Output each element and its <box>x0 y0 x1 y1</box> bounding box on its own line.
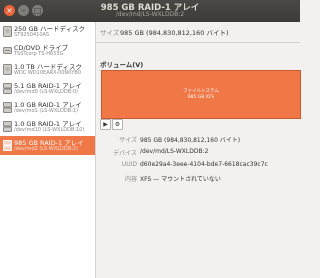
device-sub: /dev/md2 (LS-WXLDDB:2) <box>14 146 79 152</box>
volume-partition[interactable]: ファイルシステム 985 GB XFS <box>101 70 301 119</box>
property-row: UUID d60e29a4-3eee-4104-bde7-6618cac39c7… <box>96 161 300 171</box>
device-sub: TSSTcorp TS-H653G <box>14 51 64 57</box>
play-icon: ▶ <box>103 120 108 128</box>
optical-drive-icon <box>3 47 12 54</box>
volume-label: ファイルシステム <box>183 89 219 94</box>
device-sub: /dev/md0 (LS-WXLDDB:0) <box>14 89 79 95</box>
property-label: 内容 <box>124 176 137 183</box>
device-details: サイズ 985 GB (984,830,812,160 バイト) ボリューム(V… <box>96 22 301 278</box>
raid-icon <box>3 83 12 94</box>
gear-icon: ⚙ <box>114 120 121 128</box>
size-label: サイズ <box>100 29 120 37</box>
window-subtitle: /dev/md/LS-WXLDDB:2 <box>115 11 185 18</box>
device-item[interactable]: 250 GB ハードディスク ST9250410AS <box>0 22 95 41</box>
property-row: 内容 XFS — マウントされていない <box>96 174 300 184</box>
volumes-heading: ボリューム(V) <box>100 61 144 69</box>
device-item[interactable]: 1.0 GB RAID-1 アレイ /dev/md10 (LS-WXLDDB:1… <box>0 117 95 136</box>
hard-disk-icon <box>3 64 12 75</box>
device-item[interactable]: 5.1 GB RAID-1 アレイ /dev/md0 (LS-WXLDDB:0) <box>0 79 95 98</box>
device-sub: WDC WD10EARX-00N0YB0 <box>14 70 82 76</box>
property-label: UUID <box>121 161 137 168</box>
property-value: d60e29a4-3eee-4104-bde7-6618cac39c7c <box>140 161 268 168</box>
device-list: 250 GB ハードディスク ST9250410AS CD/DVD ドライブ T… <box>0 22 96 278</box>
device-item[interactable]: 1.0 TB ハードディスク WDC WD10EARX-00N0YB0 <box>0 60 95 79</box>
property-label: デバイス <box>113 150 137 157</box>
volume-size: 985 GB XFS <box>187 95 215 100</box>
property-label: サイズ <box>119 137 137 144</box>
device-item-selected[interactable]: 985 GB RAID-1 アレイ /dev/md2 (LS-WXLDDB:2) <box>0 136 95 155</box>
property-value: /dev/md/LS-WXLDDB:2 <box>140 148 209 155</box>
property-row: デバイス /dev/md/LS-WXLDDB:2 <box>96 148 300 158</box>
hard-disk-icon <box>3 26 12 37</box>
device-sub: /dev/md1 (LS-WXLDDB:1) <box>14 108 79 114</box>
device-item[interactable]: 1.0 GB RAID-1 アレイ /dev/md1 (LS-WXLDDB:1) <box>0 98 95 117</box>
volume-toolbar: ▶ ⚙ <box>100 119 123 130</box>
settings-button[interactable]: ⚙ <box>112 119 123 130</box>
mount-button[interactable]: ▶ <box>100 119 111 130</box>
device-size-row: サイズ 985 GB (984,830,812,160 バイト) <box>96 26 300 38</box>
device-sub: /dev/md10 (LS-WXLDDB:10) <box>14 127 85 133</box>
device-sub: ST9250410AS <box>14 32 50 38</box>
disks-window: × – □ 985 GB RAID-1 アレイ /dev/md/LS-WXLDD… <box>0 0 301 278</box>
property-value: 985 GB (984,830,812,160 バイト) <box>140 137 241 144</box>
property-value: XFS — マウントされていない <box>140 176 221 183</box>
device-item[interactable]: CD/DVD ドライブ TSSTcorp TS-H653G <box>0 41 95 60</box>
property-row: サイズ 985 GB (984,830,812,160 バイト) <box>96 135 300 145</box>
raid-icon <box>3 121 12 132</box>
divider <box>96 42 300 43</box>
title-bar: × – □ 985 GB RAID-1 アレイ /dev/md/LS-WXLDD… <box>0 0 300 22</box>
size-value: 985 GB (984,830,812,160 バイト) <box>120 29 229 37</box>
raid-icon <box>3 102 12 113</box>
raid-icon <box>3 140 12 151</box>
